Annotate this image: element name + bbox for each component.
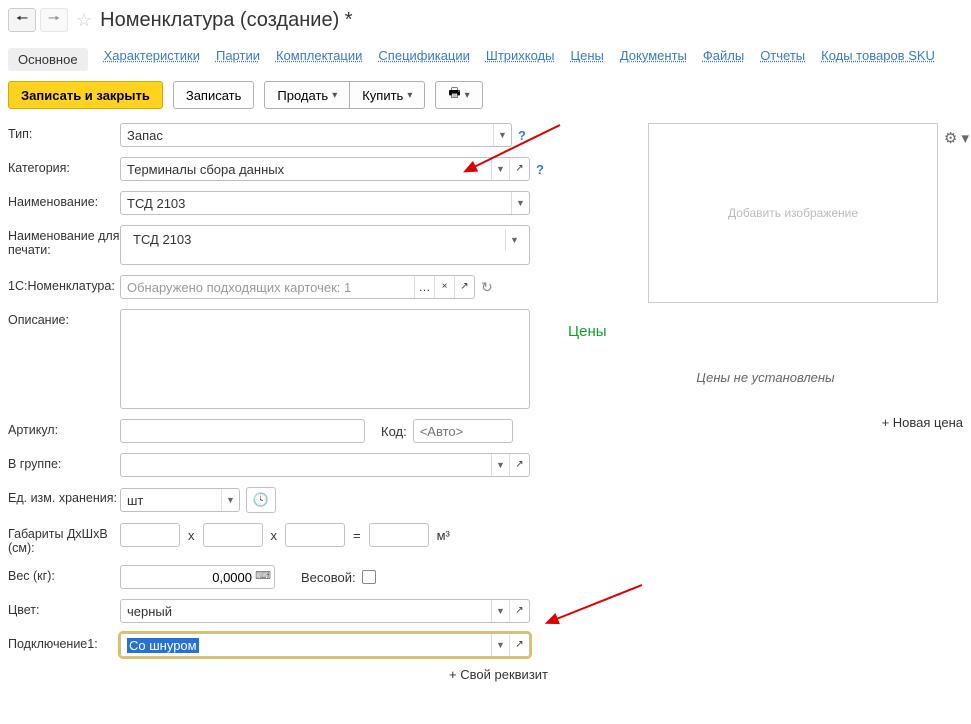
- dim-height-input[interactable]: [285, 523, 345, 547]
- open-icon[interactable]: ↗: [509, 600, 529, 622]
- code-input[interactable]: [413, 419, 513, 443]
- tab-kits[interactable]: Комплектации: [276, 48, 362, 71]
- connection-select[interactable]: Со шнуром ▼ ↗: [120, 633, 530, 657]
- chevron-down-icon[interactable]: ▼: [505, 229, 523, 251]
- save-close-button[interactable]: Записать и закрыть: [8, 81, 163, 109]
- tab-sku[interactable]: Коды товаров SKU: [821, 48, 935, 71]
- description-input[interactable]: [120, 309, 530, 409]
- favorite-star-icon[interactable]: ☆: [76, 10, 92, 31]
- dim-length-input[interactable]: [120, 523, 180, 547]
- unit-history-button[interactable]: 🕓: [246, 487, 276, 513]
- print-name-label: Наименование для печати:: [8, 225, 120, 257]
- weight-label: Вес (кг):: [8, 565, 120, 583]
- dim-width-input[interactable]: [203, 523, 263, 547]
- tab-prices[interactable]: Цены: [570, 48, 603, 71]
- article-input[interactable]: [120, 419, 365, 443]
- open-icon[interactable]: ↗: [454, 276, 474, 298]
- calculator-icon[interactable]: ⌨: [255, 569, 271, 582]
- weight-flag-label: Весовой:: [301, 570, 356, 585]
- open-icon[interactable]: ↗: [509, 634, 529, 656]
- tab-barcodes[interactable]: Штрихкоды: [486, 48, 555, 71]
- code-label: Код:: [381, 424, 407, 439]
- chevron-down-icon[interactable]: ▼: [221, 489, 239, 511]
- nav-back-button[interactable]: 🠔: [8, 8, 36, 32]
- chevron-down-icon[interactable]: ▼: [491, 600, 509, 622]
- chevron-down-icon[interactable]: ▼: [511, 192, 529, 214]
- tab-reports[interactable]: Отчеты: [760, 48, 805, 71]
- category-select[interactable]: Терминалы сбора данных ▼ ↗: [120, 157, 530, 181]
- unit-select[interactable]: шт ▼: [120, 488, 240, 512]
- tab-specs[interactable]: Спецификации: [378, 48, 470, 71]
- gear-icon[interactable]: ⚙ ▾: [944, 129, 969, 147]
- tab-parties[interactable]: Партии: [216, 48, 260, 71]
- type-label: Тип:: [8, 123, 120, 141]
- nav-forward-button[interactable]: 🠖: [40, 8, 68, 32]
- name-label: Наименование:: [8, 191, 120, 209]
- main-tabs: Основное Характеристики Партии Комплекта…: [8, 42, 963, 81]
- article-label: Артикул:: [8, 419, 120, 437]
- weight-flag-checkbox[interactable]: [362, 570, 376, 584]
- weight-input[interactable]: [120, 565, 275, 589]
- image-placeholder[interactable]: Добавить изображение: [648, 123, 938, 303]
- type-help-icon[interactable]: ?: [518, 128, 526, 143]
- page-title: Номенклатура (создание) *: [100, 9, 352, 32]
- group-label: В группе:: [8, 453, 120, 471]
- group-select[interactable]: ▼ ↗: [120, 453, 530, 477]
- name-input[interactable]: ТСД 2103 ▼: [120, 191, 530, 215]
- prices-empty-text: Цены не установлены: [568, 370, 963, 385]
- prices-section-title: Цены: [568, 323, 963, 340]
- category-label: Категория:: [8, 157, 120, 175]
- unit-label: Ед. изм. хранения:: [8, 487, 120, 505]
- new-price-button[interactable]: + Новая цена: [568, 415, 963, 430]
- type-select[interactable]: Запас ▼: [120, 123, 512, 147]
- desc-label: Описание:: [8, 309, 120, 327]
- chevron-down-icon[interactable]: ▼: [491, 454, 509, 476]
- tab-documents[interactable]: Документы: [620, 48, 687, 71]
- ellipsis-icon[interactable]: …: [414, 276, 434, 298]
- add-own-requisite[interactable]: + Свой реквизит: [8, 667, 548, 682]
- tab-files[interactable]: Файлы: [703, 48, 744, 71]
- color-label: Цвет:: [8, 599, 120, 617]
- chevron-down-icon[interactable]: ▼: [493, 124, 511, 146]
- chevron-down-icon[interactable]: ▼: [491, 158, 509, 180]
- tab-main[interactable]: Основное: [8, 48, 88, 71]
- open-icon[interactable]: ↗: [509, 158, 529, 180]
- nomen-label: 1С:Номенклатура:: [8, 275, 120, 293]
- category-help-icon[interactable]: ?: [536, 162, 544, 177]
- dims-label: Габариты ДхШхВ (см):: [8, 523, 120, 555]
- nomen-input[interactable]: Обнаружено подходящих карточек: 1 … × ↗: [120, 275, 475, 299]
- buy-button[interactable]: Купить: [350, 81, 425, 109]
- connection-label: Подключение1:: [8, 633, 120, 651]
- save-button[interactable]: Записать: [173, 81, 255, 109]
- chevron-down-icon[interactable]: ▼: [491, 634, 509, 656]
- open-icon[interactable]: ↗: [509, 454, 529, 476]
- print-name-input[interactable]: ТСД 2103 ▼: [120, 225, 530, 265]
- clear-icon[interactable]: ×: [434, 276, 454, 298]
- refresh-icon[interactable]: ↻: [481, 279, 493, 296]
- color-select[interactable]: черный ▼ ↗: [120, 599, 530, 623]
- dim-volume-input[interactable]: [369, 523, 429, 547]
- sell-button[interactable]: Продать: [264, 81, 350, 109]
- tab-characteristics[interactable]: Характеристики: [104, 48, 200, 71]
- print-button[interactable]: 🖶: [435, 81, 482, 109]
